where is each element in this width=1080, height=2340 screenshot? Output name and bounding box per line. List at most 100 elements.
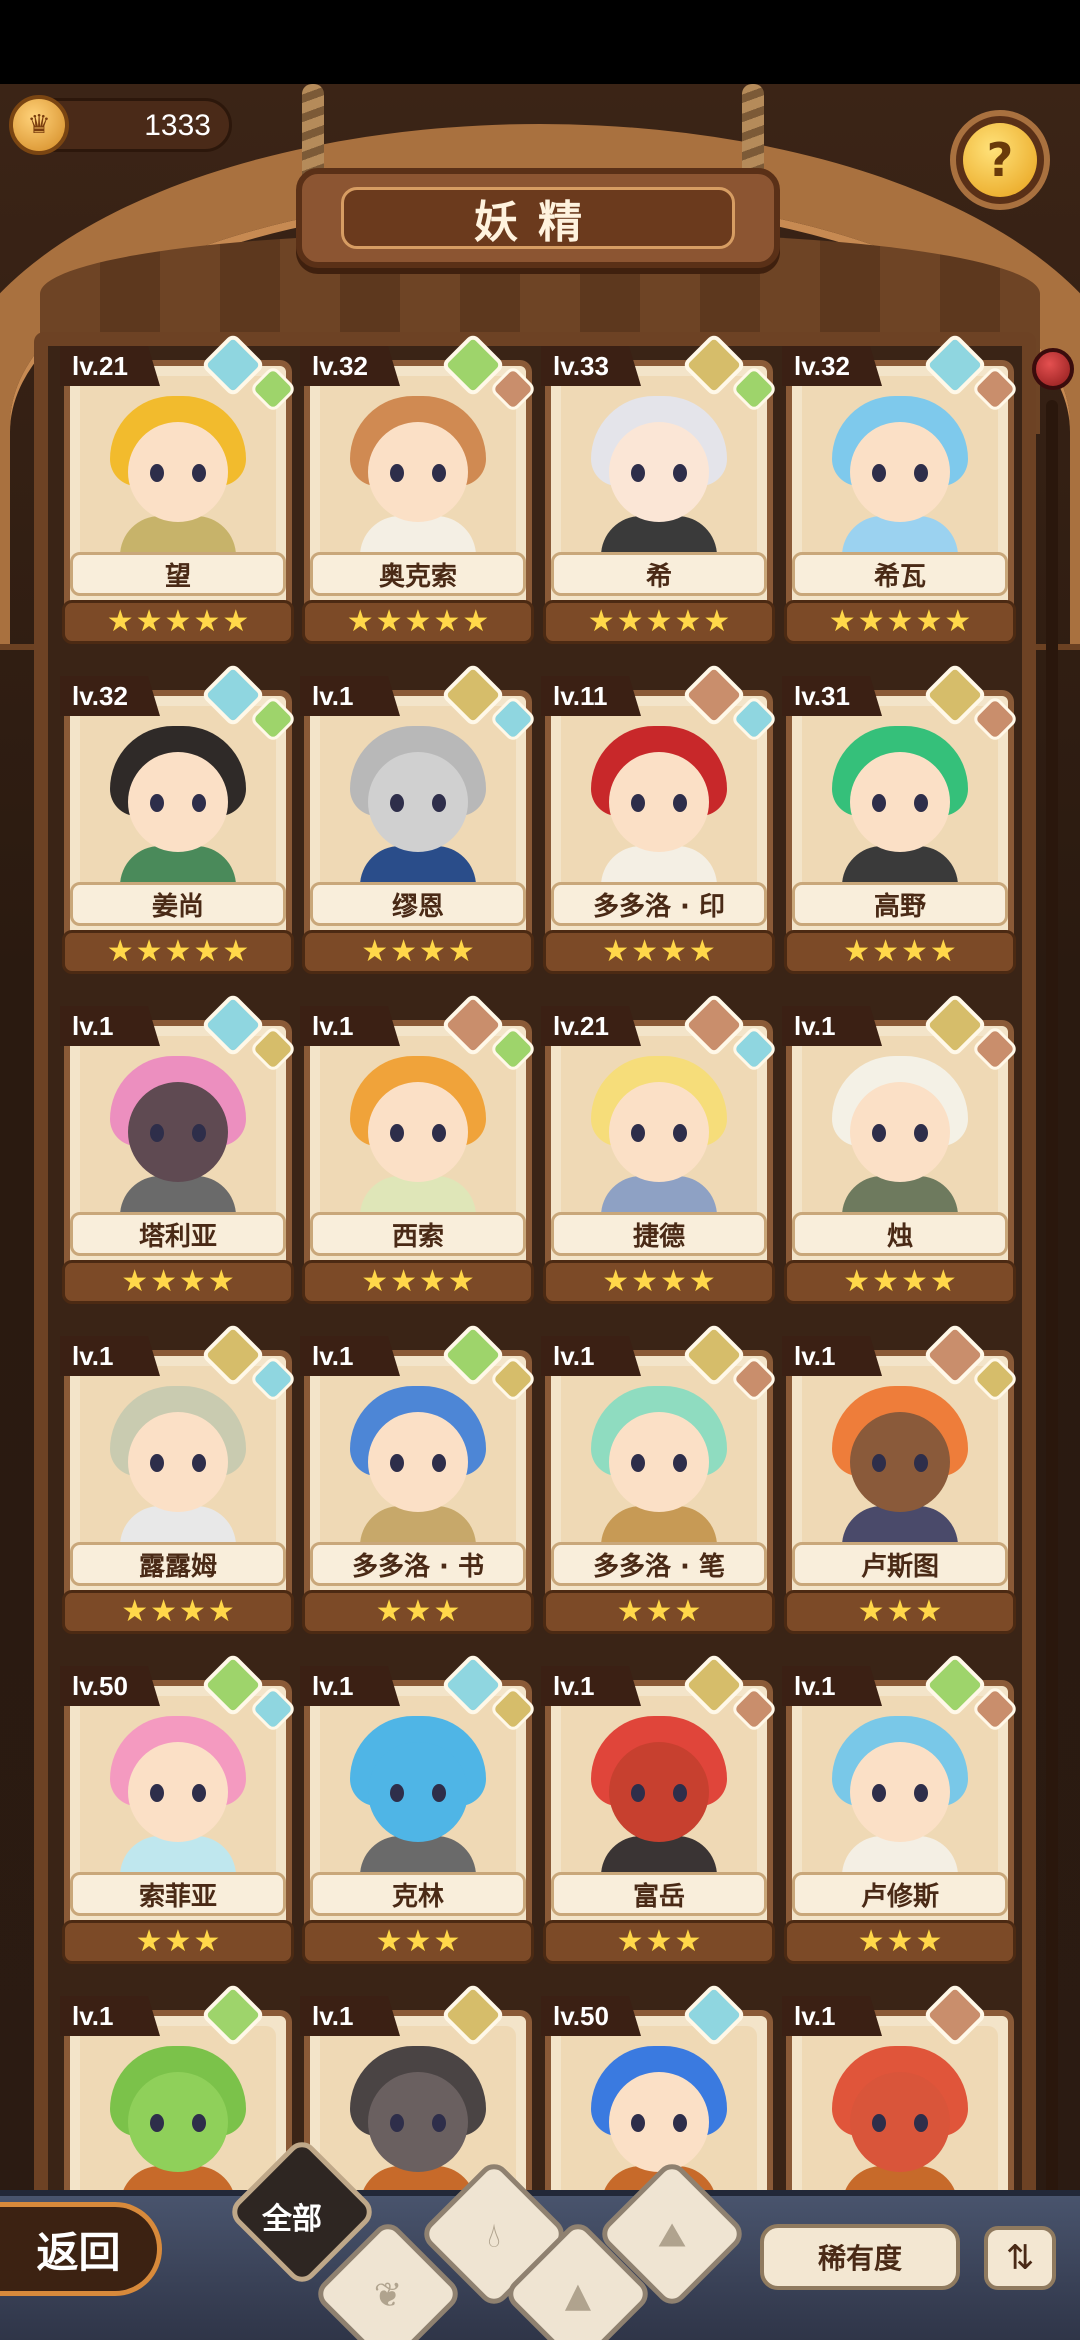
fairy-card[interactable]: lv.1 多多洛 · 书 ★ ★ ★ <box>300 1322 538 1641</box>
star-icon: ★ <box>150 1264 177 1299</box>
fairy-card[interactable]: lv.1 卢斯图 ★ ★ ★ <box>782 1322 1020 1641</box>
star-icon: ★ <box>857 604 885 639</box>
star-icon: ★ <box>404 1594 432 1629</box>
scrollbar-thumb[interactable] <box>1032 348 1074 390</box>
portrait-eye <box>914 1124 928 1142</box>
star-rating: ★ ★ ★ ★ ★ <box>784 600 1016 644</box>
fairy-portrait <box>561 1036 757 1226</box>
fairy-card[interactable]: lv.1 露露姆 ★ ★ ★ ★ <box>60 1322 298 1641</box>
portrait-face <box>368 1412 468 1512</box>
star-icon: ★ <box>121 1594 149 1629</box>
star-icon: ★ <box>106 934 134 969</box>
portrait-face <box>368 1742 468 1842</box>
fairy-portrait <box>561 1366 757 1556</box>
star-icon: ★ <box>150 1594 177 1629</box>
fairy-portrait <box>802 1696 998 1886</box>
fairy-card[interactable]: lv.21 望 ★ ★ ★ ★ ★ <box>60 332 298 651</box>
nameplate: 高野 <box>792 882 1008 926</box>
scrollbar-track[interactable] <box>1046 400 1058 2200</box>
sort-icon: ⇅ <box>1005 2238 1035 2278</box>
star-icon: ★ <box>631 934 658 969</box>
fairy-card[interactable]: lv.1 烛 ★ ★ ★ ★ <box>782 992 1020 1311</box>
fairy-card[interactable]: lv.1 富岳 ★ ★ ★ <box>541 1652 779 1971</box>
fairy-portrait <box>802 1366 998 1556</box>
nameplate: 卢斯图 <box>792 1542 1008 1586</box>
star-icon: ★ <box>433 1924 461 1959</box>
fairy-card[interactable]: lv.50 索菲亚 ★ ★ ★ <box>60 1652 298 1971</box>
star-icon: ★ <box>616 604 644 639</box>
portrait-eye <box>192 2114 206 2132</box>
fairy-card[interactable]: lv.32 希瓦 ★ ★ ★ ★ ★ <box>782 332 1020 651</box>
rarity-sort-button[interactable]: 稀有度 <box>760 2224 960 2290</box>
portrait-eye <box>872 464 886 482</box>
fairy-card[interactable]: lv.1 西索 ★ ★ ★ ★ <box>300 992 538 1311</box>
star-icon: ★ <box>674 1594 702 1629</box>
star-rating: ★ ★ ★ ★ <box>543 930 775 974</box>
fairy-name: 西索 <box>391 1221 444 1252</box>
fairy-card[interactable]: lv.33 希 ★ ★ ★ ★ ★ <box>541 332 779 651</box>
portrait-face <box>128 422 228 522</box>
portrait-eye <box>150 1124 164 1142</box>
star-icon: ★ <box>915 604 943 639</box>
level-badge: lv.32 <box>300 346 400 386</box>
fairy-card[interactable]: lv.1 克林 ★ ★ ★ <box>300 1652 538 1971</box>
level-badge: lv.50 <box>541 1996 641 2036</box>
portrait-eye <box>631 1454 645 1472</box>
fairy-name: 克林 <box>391 1881 444 1912</box>
portrait-eye <box>914 2114 928 2132</box>
star-rating: ★ ★ ★ <box>302 1920 534 1964</box>
fairy-card[interactable]: lv.21 捷德 ★ ★ ★ ★ <box>541 992 779 1311</box>
fairy-portrait <box>802 2026 998 2216</box>
fairy-card[interactable]: lv.32 奥克索 ★ ★ ★ ★ ★ <box>300 332 538 651</box>
level-badge: lv.50 <box>60 1666 160 1706</box>
level-badge: lv.1 <box>300 1996 400 2036</box>
nameplate: 卢修斯 <box>792 1872 1008 1916</box>
currency-counter: ♛ 1333 <box>9 95 232 155</box>
star-rating: ★ ★ ★ ★ ★ <box>62 930 294 974</box>
portrait-face <box>850 1082 950 1182</box>
star-icon: ★ <box>179 1594 206 1629</box>
portrait-eye <box>150 794 164 812</box>
filter-all-label: 全部 <box>262 2202 322 2237</box>
star-icon: ★ <box>660 1264 687 1299</box>
star-icon: ★ <box>688 1264 716 1299</box>
portrait-face <box>128 2072 228 2172</box>
portrait-eye <box>914 464 928 482</box>
portrait-face <box>609 1082 709 1182</box>
star-icon: ★ <box>164 934 192 969</box>
fairy-portrait <box>802 706 998 896</box>
fairy-card[interactable]: lv.1 卢修斯 ★ ★ ★ <box>782 1652 1020 1971</box>
fairy-name: 缪恩 <box>391 891 444 922</box>
portrait-eye <box>914 794 928 812</box>
star-icon: ★ <box>674 1924 702 1959</box>
level-badge: lv.1 <box>782 1666 882 1706</box>
star-icon: ★ <box>901 1264 928 1299</box>
fairy-card[interactable]: lv.11 多多洛 · 印 ★ ★ ★ ★ <box>541 662 779 981</box>
nameplate: 西索 <box>310 1212 526 1256</box>
portrait-face <box>609 1742 709 1842</box>
help-button[interactable]: ? <box>950 110 1050 210</box>
portrait-eye <box>631 2114 645 2132</box>
nameplate: 缪恩 <box>310 882 526 926</box>
portrait-face <box>850 1742 950 1842</box>
nameplate: 多多洛 · 印 <box>551 882 767 926</box>
fairy-portrait <box>320 1696 516 1886</box>
nameplate: 露露姆 <box>70 1542 286 1586</box>
star-rating: ★ ★ ★ <box>62 1920 294 1964</box>
fairy-card[interactable]: lv.1 多多洛 · 笔 ★ ★ ★ <box>541 1322 779 1641</box>
portrait-eye <box>150 464 164 482</box>
nameplate: 索菲亚 <box>70 1872 286 1916</box>
star-icon: ★ <box>193 934 221 969</box>
star-icon: ★ <box>660 934 687 969</box>
portrait-eye <box>673 2114 687 2132</box>
fairy-card[interactable]: lv.31 高野 ★ ★ ★ ★ <box>782 662 1020 981</box>
portrait-face <box>368 752 468 852</box>
sort-order-button[interactable]: ⇅ <box>984 2226 1056 2290</box>
portrait-eye <box>432 464 446 482</box>
fairy-card[interactable]: lv.1 塔利亚 ★ ★ ★ ★ <box>60 992 298 1311</box>
fairy-card[interactable]: lv.32 姜尚 ★ ★ ★ ★ ★ <box>60 662 298 981</box>
star-icon: ★ <box>843 1264 871 1299</box>
back-button[interactable]: 返回 <box>0 2202 162 2296</box>
fairy-card[interactable]: lv.1 缪恩 ★ ★ ★ ★ <box>300 662 538 981</box>
level-badge: lv.21 <box>60 346 160 386</box>
